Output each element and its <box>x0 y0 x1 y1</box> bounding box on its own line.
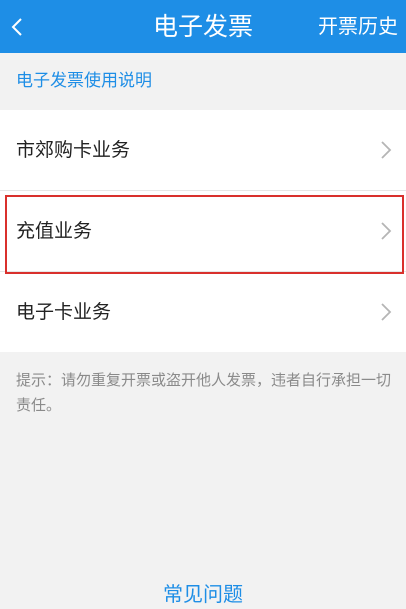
chevron-right-icon <box>381 141 392 159</box>
list-item-e-card[interactable]: 电子卡业务 <box>0 272 406 352</box>
faq-section: 常见问题 <box>0 578 406 609</box>
invoice-history-button[interactable]: 开票历史 <box>318 0 398 53</box>
header-bar: 电子发票 开票历史 <box>0 0 406 53</box>
page: 电子发票 开票历史 电子发票使用说明 市郊购卡业务 充值业务 电子卡业务 提示：… <box>0 0 406 609</box>
chevron-right-icon <box>381 303 392 321</box>
tip-text: 提示：请勿重复开票或盗开他人发票，违者自行承担一切责任。 <box>16 371 392 414</box>
list-item-label: 市郊购卡业务 <box>16 139 131 161</box>
service-list: 市郊购卡业务 充值业务 电子卡业务 <box>0 110 406 352</box>
list-item-recharge[interactable]: 充值业务 <box>0 191 406 271</box>
faq-link[interactable]: 常见问题 <box>163 582 243 606</box>
list-item-suburban-card[interactable]: 市郊购卡业务 <box>0 110 406 190</box>
chevron-left-icon <box>11 17 22 36</box>
list-item-label: 充值业务 <box>16 220 93 242</box>
instructions-link[interactable]: 电子发票使用说明 <box>16 53 152 110</box>
instructions-section: 电子发票使用说明 <box>0 53 406 110</box>
back-button[interactable] <box>0 0 34 53</box>
list-item-label: 电子卡业务 <box>16 301 112 323</box>
chevron-right-icon <box>381 222 392 240</box>
